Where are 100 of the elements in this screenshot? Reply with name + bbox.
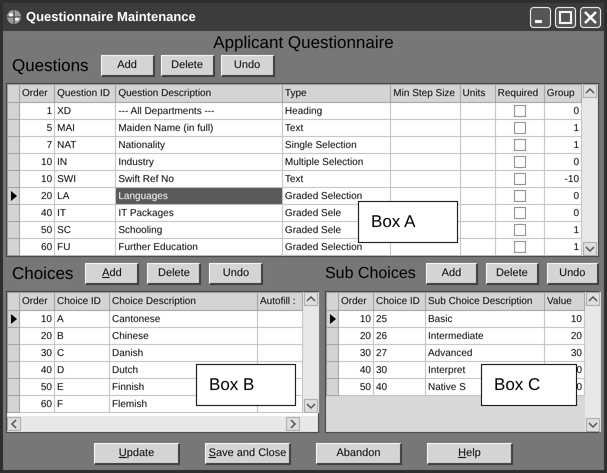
column-header[interactable]: Order [20, 84, 55, 102]
current-row-icon [10, 190, 18, 202]
scroll-down-icon[interactable] [586, 418, 600, 432]
table-cell: 20 [338, 328, 374, 344]
required-checkbox[interactable] [514, 190, 526, 202]
scroll-down-icon[interactable] [304, 399, 318, 413]
button[interactable]: Add [85, 263, 140, 285]
table-cell: 40 [20, 362, 54, 378]
button[interactable]: Delete [486, 263, 539, 285]
maximize-icon[interactable] [555, 6, 576, 28]
callout-label: Box A [358, 201, 458, 243]
table-cell: Languages [116, 188, 282, 204]
required-checkbox[interactable] [514, 241, 526, 253]
scroll-left-icon[interactable] [7, 417, 21, 431]
button[interactable]: Undo [220, 55, 275, 77]
table-cell: Cantonese [110, 310, 258, 328]
scroll-right-icon[interactable] [286, 417, 300, 431]
table-cell: 7 [20, 136, 55, 154]
button[interactable]: Add [100, 55, 155, 77]
required-checkbox[interactable] [514, 105, 526, 117]
required-checkbox[interactable] [514, 207, 526, 219]
table-cell: Advanced [426, 344, 544, 362]
table-cell: 20 [20, 188, 55, 204]
section-label: Sub Choices [325, 264, 416, 284]
row-selector[interactable] [8, 310, 20, 328]
table-cell: XD [54, 102, 116, 120]
column-header[interactable]: Required [495, 84, 544, 102]
column-header[interactable]: Min Step Size [390, 84, 460, 102]
table-cell: Heading [282, 102, 391, 120]
button[interactable]: Delete [147, 263, 202, 285]
button[interactable]: Undo [209, 263, 264, 285]
table-cell: 10 [20, 154, 55, 170]
table-cell: Chinese [110, 328, 258, 344]
vertical-scrollbar[interactable] [303, 292, 319, 413]
row-selector[interactable] [8, 188, 20, 204]
column-header[interactable]: Type [282, 84, 391, 102]
table-cell: 30 [20, 344, 54, 362]
table-cell: --- All Departments --- [116, 102, 282, 120]
table-cell: FU [54, 238, 116, 256]
column-header[interactable]: Order [338, 292, 374, 310]
table-cell: 30 [374, 362, 426, 378]
minimize-icon[interactable] [530, 6, 551, 28]
column-header[interactable]: Choice ID [374, 292, 426, 310]
column-header[interactable]: Units [460, 84, 496, 102]
required-checkbox[interactable] [514, 224, 526, 236]
window-title: Questionnaire Maintenance [26, 8, 197, 26]
column-header[interactable]: Value [544, 292, 584, 310]
button[interactable]: Abandon [316, 443, 402, 465]
scroll-up-icon[interactable] [304, 292, 318, 306]
horizontal-scrollbar[interactable] [7, 416, 318, 432]
table-cell: Nationality [116, 136, 282, 154]
table-cell: 50 [20, 378, 54, 396]
scroll-up-icon[interactable] [586, 292, 600, 306]
required-checkbox[interactable] [514, 156, 526, 168]
table-cell: 10 [338, 310, 374, 328]
scroll-up-icon[interactable] [583, 84, 597, 98]
table-cell: LA [54, 188, 116, 204]
button[interactable]: Delete [160, 55, 215, 77]
table-cell: 60 [20, 238, 55, 256]
vertical-scrollbar[interactable] [585, 292, 601, 432]
button[interactable]: Update [94, 443, 180, 465]
table-cell: 50 [20, 222, 55, 238]
button[interactable]: Add [426, 263, 478, 285]
column-header[interactable]: Choice Description [110, 292, 258, 310]
section-label: Questions [12, 55, 89, 78]
column-header[interactable]: Sub Choice Description [426, 292, 544, 310]
callout-label: Box C [481, 364, 577, 406]
table-cell: F [54, 396, 110, 412]
column-header[interactable]: Order [20, 292, 54, 310]
app-icon [6, 9, 22, 25]
table-cell: 27 [374, 344, 426, 362]
close-icon[interactable] [580, 6, 601, 28]
button[interactable]: Undo [546, 263, 599, 285]
table-cell: Intermediate [426, 328, 544, 344]
table-cell: 40 [374, 378, 426, 396]
table-cell: Multiple Selection [282, 154, 391, 170]
column-header[interactable]: Choice ID [54, 292, 110, 310]
column-header[interactable]: Question Description [116, 84, 282, 102]
table-cell: E [54, 378, 110, 396]
required-checkbox[interactable] [514, 173, 526, 185]
column-header[interactable]: Autofill : [258, 292, 302, 310]
scroll-down-icon[interactable] [583, 242, 597, 256]
button[interactable]: Help [427, 443, 513, 465]
column-header[interactable]: Group [544, 84, 582, 102]
table-cell: MAI [54, 120, 116, 136]
table-cell: Text [282, 170, 391, 188]
table-cell: 40 [20, 204, 55, 222]
table-cell: 50 [338, 378, 374, 396]
column-header[interactable]: Question ID [54, 84, 116, 102]
table-cell: D [54, 362, 110, 378]
required-checkbox[interactable] [514, 122, 526, 134]
form-heading: Applicant Questionnaire [213, 33, 394, 53]
required-checkbox[interactable] [514, 139, 526, 151]
table-cell: 25 [374, 310, 426, 328]
table-cell: 1 [20, 102, 55, 120]
vertical-scrollbar[interactable] [582, 84, 598, 256]
row-selector[interactable] [326, 310, 338, 328]
button[interactable]: Save and Close [205, 443, 291, 465]
table-cell: Maiden Name (in full) [116, 120, 282, 136]
table-cell: Further Education [116, 238, 282, 256]
